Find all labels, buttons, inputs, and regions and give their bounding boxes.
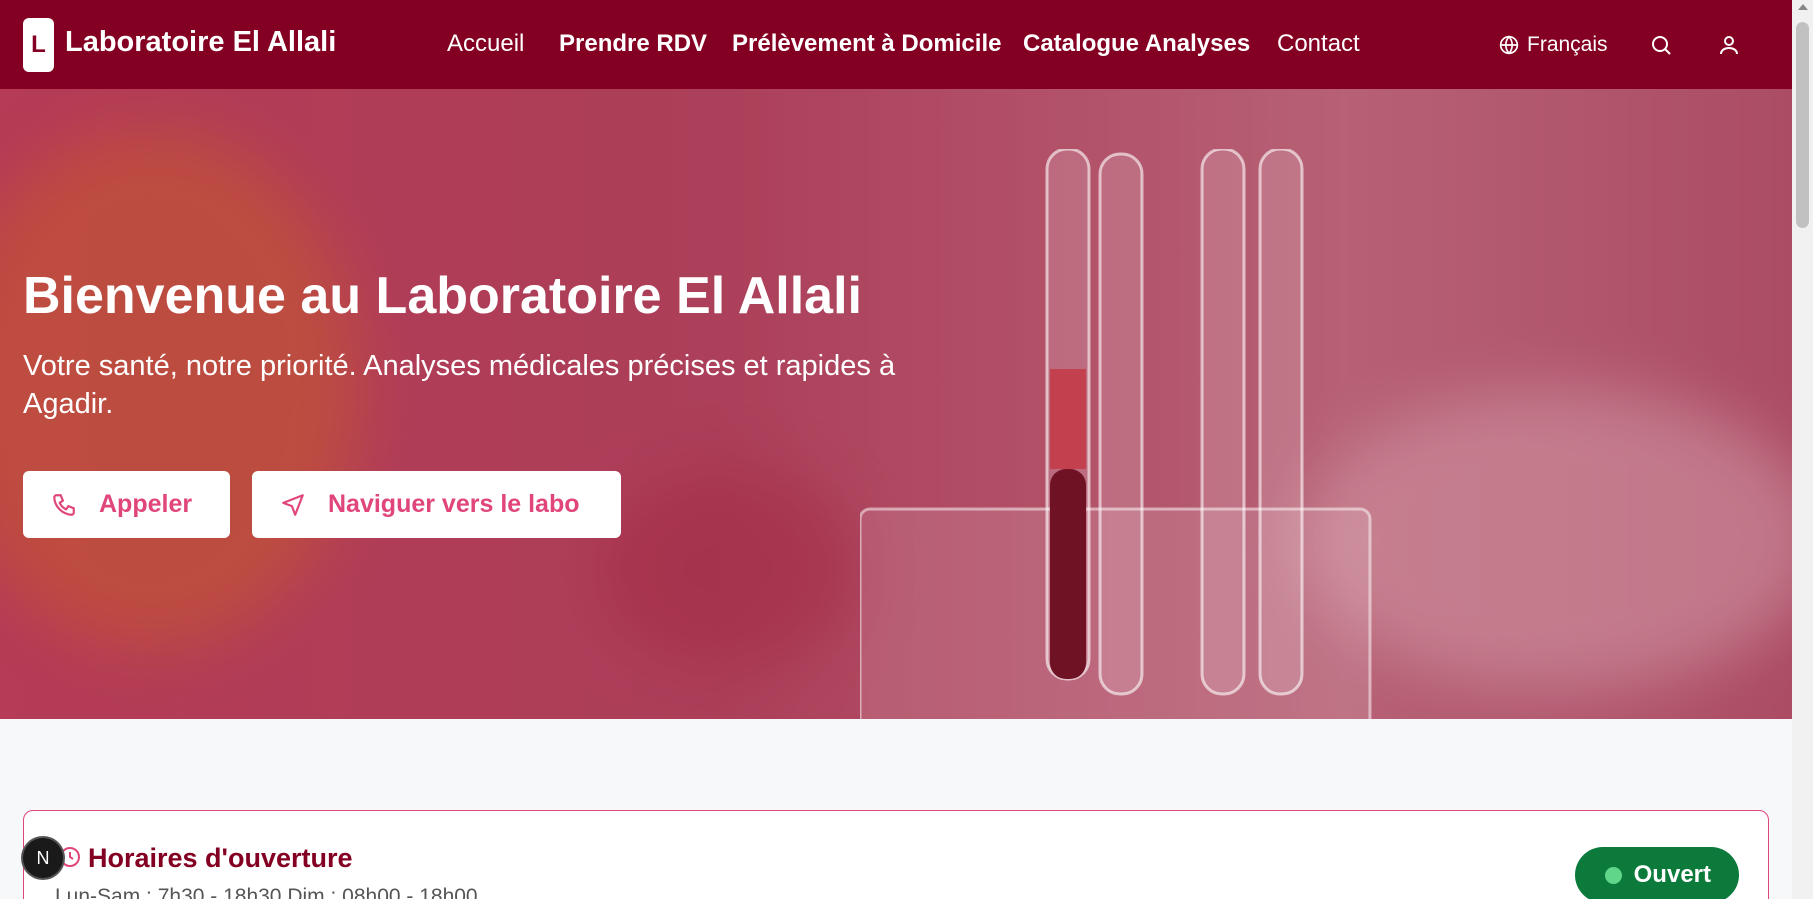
hero-title: Bienvenue au Laboratoire El Allali bbox=[23, 267, 862, 325]
language-label: Français bbox=[1527, 33, 1608, 56]
site-header: L Laboratoire El Allali Accueil Prendre … bbox=[0, 0, 1792, 89]
page: L Laboratoire El Allali Accueil Prendre … bbox=[0, 0, 1792, 899]
nav-contact[interactable]: Contact bbox=[1277, 30, 1360, 58]
language-selector[interactable]: Français bbox=[1499, 33, 1608, 57]
status-dot-icon bbox=[1604, 866, 1622, 884]
navigation-arrow-icon bbox=[282, 493, 304, 516]
test-tubes-image bbox=[860, 149, 1372, 719]
nav-prelevement-domicile[interactable]: Prélèvement à Domicile bbox=[732, 30, 1001, 58]
scroll-up-arrow-icon[interactable] bbox=[1798, 4, 1808, 10]
opening-hours-text: Lun-Sam : 7h30 - 18h30 Dim : 08h00 - 18h… bbox=[55, 885, 478, 899]
dev-tools-badge[interactable]: N bbox=[23, 838, 63, 878]
search-icon[interactable] bbox=[1649, 33, 1673, 57]
open-status-badge: Ouvert bbox=[1574, 847, 1739, 899]
hero-subtitle: Votre santé, notre priorité. Analyses mé… bbox=[23, 350, 896, 420]
globe-icon bbox=[1499, 35, 1519, 55]
call-button-label: Appeler bbox=[99, 490, 193, 518]
nav-prendre-rdv[interactable]: Prendre RDV bbox=[559, 30, 707, 58]
vertical-scrollbar[interactable] bbox=[1792, 0, 1813, 899]
nav-catalogue-analyses[interactable]: Catalogue Analyses bbox=[1023, 30, 1250, 58]
navigate-button-label: Naviguer vers le labo bbox=[328, 490, 580, 518]
logo-icon[interactable]: L bbox=[23, 18, 54, 72]
opening-hours-title: Horaires d'ouverture bbox=[88, 843, 353, 873]
opening-hours-card: Horaires d'ouverture Lun-Sam : 7h30 - 18… bbox=[23, 810, 1769, 899]
brand-name[interactable]: Laboratoire El Allali bbox=[65, 26, 336, 59]
phone-icon bbox=[53, 493, 75, 516]
user-icon[interactable] bbox=[1717, 33, 1741, 57]
navigate-button[interactable]: Naviguer vers le labo bbox=[252, 471, 621, 538]
open-status-label: Ouvert bbox=[1633, 861, 1711, 888]
nav-accueil[interactable]: Accueil bbox=[447, 30, 524, 58]
hero-section: Bienvenue au Laboratoire El Allali Votre… bbox=[0, 89, 1792, 719]
scrollbar-thumb[interactable] bbox=[1796, 22, 1809, 228]
call-button[interactable]: Appeler bbox=[23, 471, 230, 538]
